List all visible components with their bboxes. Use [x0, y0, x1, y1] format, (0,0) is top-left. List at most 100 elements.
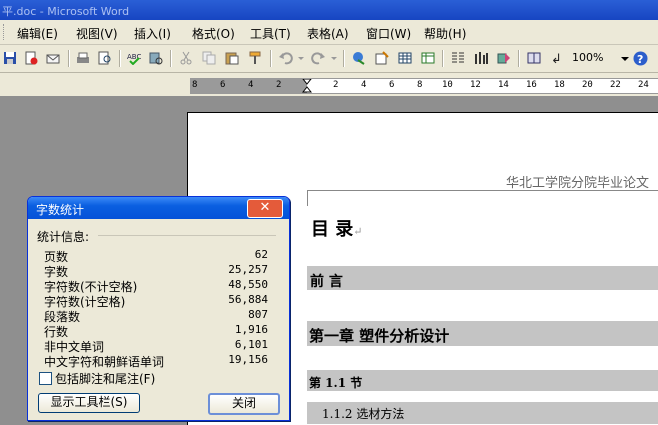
ruler-tick: 4 — [248, 80, 254, 90]
ruler-tick: 2 — [276, 80, 282, 90]
redo-dropdown-icon[interactable] — [326, 50, 342, 66]
menu-grip[interactable] — [3, 24, 7, 40]
undo-dropdown-icon[interactable] — [293, 50, 309, 66]
ruler-tick: 22 — [610, 80, 621, 90]
stat-row: 字符数(计空格) 56,884 — [44, 293, 268, 309]
ruler-tick: 16 — [526, 80, 537, 90]
ruler-tick: 14 — [498, 80, 509, 90]
menu-tools[interactable]: 工具(T) — [250, 25, 291, 42]
print-preview-icon[interactable] — [97, 50, 113, 66]
paste-icon[interactable] — [224, 50, 240, 66]
toc-heading-subsection[interactable]: 1.1.2 选材方法 — [307, 402, 658, 424]
email-icon[interactable] — [45, 50, 61, 66]
page-header-text: 华北工学院分院毕业论文 — [506, 176, 650, 191]
menu-window[interactable]: 窗口(W) — [366, 25, 411, 42]
show-toolbar-button[interactable]: 显示工具栏(S) — [38, 393, 140, 413]
include-footnotes-checkbox[interactable] — [39, 372, 52, 385]
toc-heading-preface[interactable]: 前 言 — [307, 266, 658, 290]
save-icon[interactable] — [2, 50, 18, 66]
insert-table-icon[interactable] — [397, 50, 413, 66]
menu-table[interactable]: 表格(A) — [307, 25, 349, 42]
insert-excel-icon[interactable] — [420, 50, 436, 66]
help-icon[interactable]: ? — [632, 50, 648, 66]
ruler-tick: 24 — [638, 80, 649, 90]
stats-section-label: 统计信息: — [37, 230, 90, 244]
document-map-icon[interactable] — [496, 50, 512, 66]
svg-text:↲: ↲ — [551, 52, 562, 65]
ruler-tick: 4 — [361, 80, 367, 90]
stat-row: 行数 1,916 — [44, 323, 268, 339]
toolbar-separator — [518, 50, 520, 67]
format-painter-icon[interactable] — [248, 50, 264, 66]
heading-text: 第 1.1 节 — [309, 376, 363, 390]
ruler-bar: 8 6 4 2 2 4 6 8 10 12 14 16 18 20 22 24 — [0, 73, 658, 96]
toolbar-separator — [119, 50, 121, 67]
cut-icon[interactable] — [178, 50, 194, 66]
horizontal-ruler[interactable]: 8 6 4 2 2 4 6 8 10 12 14 16 18 20 22 24 — [190, 78, 658, 94]
toolbar-separator — [170, 50, 172, 67]
toc-title: 目 录↵ — [311, 219, 363, 240]
indent-marker-icon[interactable] — [302, 79, 312, 93]
ruler-tick: 20 — [582, 80, 593, 90]
heading-text: 第一章 塑件分析设计 — [309, 327, 450, 345]
heading-text: 1.1.2 选材方法 — [322, 407, 405, 421]
toc-heading-section1[interactable]: 第 1.1 节 — [307, 370, 658, 391]
ruler-tick: 10 — [442, 80, 453, 90]
copy-icon[interactable] — [201, 50, 217, 66]
include-footnotes-label[interactable]: 包括脚注和尾注(F) — [55, 370, 155, 387]
stat-row: 非中文单词 6,101 — [44, 338, 268, 354]
ruler-tick: 8 — [192, 80, 198, 90]
undo-icon[interactable] — [278, 50, 294, 66]
toolbar-separator — [270, 50, 272, 67]
hyperlink-icon[interactable] — [351, 50, 367, 66]
menu-insert[interactable]: 插入(I) — [134, 25, 171, 42]
standard-toolbar: ABC ↲ 100% ? — [0, 45, 658, 73]
toolbar-separator — [68, 50, 70, 67]
stat-row: 字数 25,257 — [44, 263, 268, 279]
svg-text:?: ? — [637, 53, 643, 66]
menu-bar: 编辑(E) 视图(V) 插入(I) 格式(O) 工具(T) 表格(A) 窗口(W… — [0, 20, 658, 45]
redo-icon[interactable] — [310, 50, 326, 66]
zoom-box[interactable]: 100% — [572, 51, 603, 64]
ruler-tick: 6 — [389, 80, 395, 90]
paragraph-mark-icon: ↵ — [353, 225, 363, 238]
heading-text: 前 言 — [310, 274, 343, 290]
stat-row: 字符数(不计空格) 48,550 — [44, 278, 268, 294]
ruler-tick: 18 — [554, 80, 565, 90]
stat-row: 页数 62 — [44, 248, 268, 264]
stat-row: 中文字符和朝鲜语单词 19,156 — [44, 353, 268, 369]
toolbar-separator — [442, 50, 444, 67]
window-title-bar: 平.doc - Microsoft Word — [0, 0, 658, 20]
menu-view[interactable]: 视图(V) — [76, 25, 118, 42]
svg-text:ABC: ABC — [127, 53, 141, 61]
reading-layout-icon[interactable] — [526, 50, 542, 66]
close-icon[interactable]: ✕ — [247, 199, 283, 218]
dialog-title: 字数统计 — [36, 203, 85, 217]
drawing-icon[interactable] — [473, 50, 489, 66]
ruler-tick: 2 — [333, 80, 339, 90]
close-button[interactable]: 关闭 — [208, 393, 280, 415]
show-hide-marks-icon[interactable]: ↲ — [549, 50, 565, 66]
window-title: 平.doc - Microsoft Word — [2, 5, 130, 18]
ruler-tick: 12 — [470, 80, 481, 90]
menu-help[interactable]: 帮助(H) — [424, 25, 466, 42]
section-divider — [98, 235, 276, 236]
menu-format[interactable]: 格式(O) — [192, 25, 235, 42]
research-icon[interactable] — [148, 50, 164, 66]
word-count-dialog: 字数统计 ✕ 统计信息: 页数 62 字数 25,257 字符数(不计空格) 48,5… — [27, 196, 290, 421]
ruler-tick: 6 — [220, 80, 226, 90]
permission-icon[interactable] — [23, 50, 39, 66]
ruler-tick: 8 — [417, 80, 423, 90]
tables-borders-icon[interactable] — [374, 50, 390, 66]
zoom-dropdown-icon[interactable] — [617, 50, 633, 66]
toolbar-separator — [343, 50, 345, 67]
toc-heading-chapter1[interactable]: 第一章 塑件分析设计 — [307, 321, 658, 346]
menu-edit[interactable]: 编辑(E) — [17, 25, 58, 42]
columns-icon[interactable] — [450, 50, 466, 66]
dialog-title-bar[interactable]: 字数统计 ✕ — [28, 197, 289, 219]
spelling-icon[interactable]: ABC — [126, 50, 142, 66]
stat-row: 段落数 807 — [44, 308, 268, 324]
crop-mark — [307, 190, 308, 206]
print-icon[interactable] — [75, 50, 91, 66]
header-rule — [307, 190, 658, 191]
